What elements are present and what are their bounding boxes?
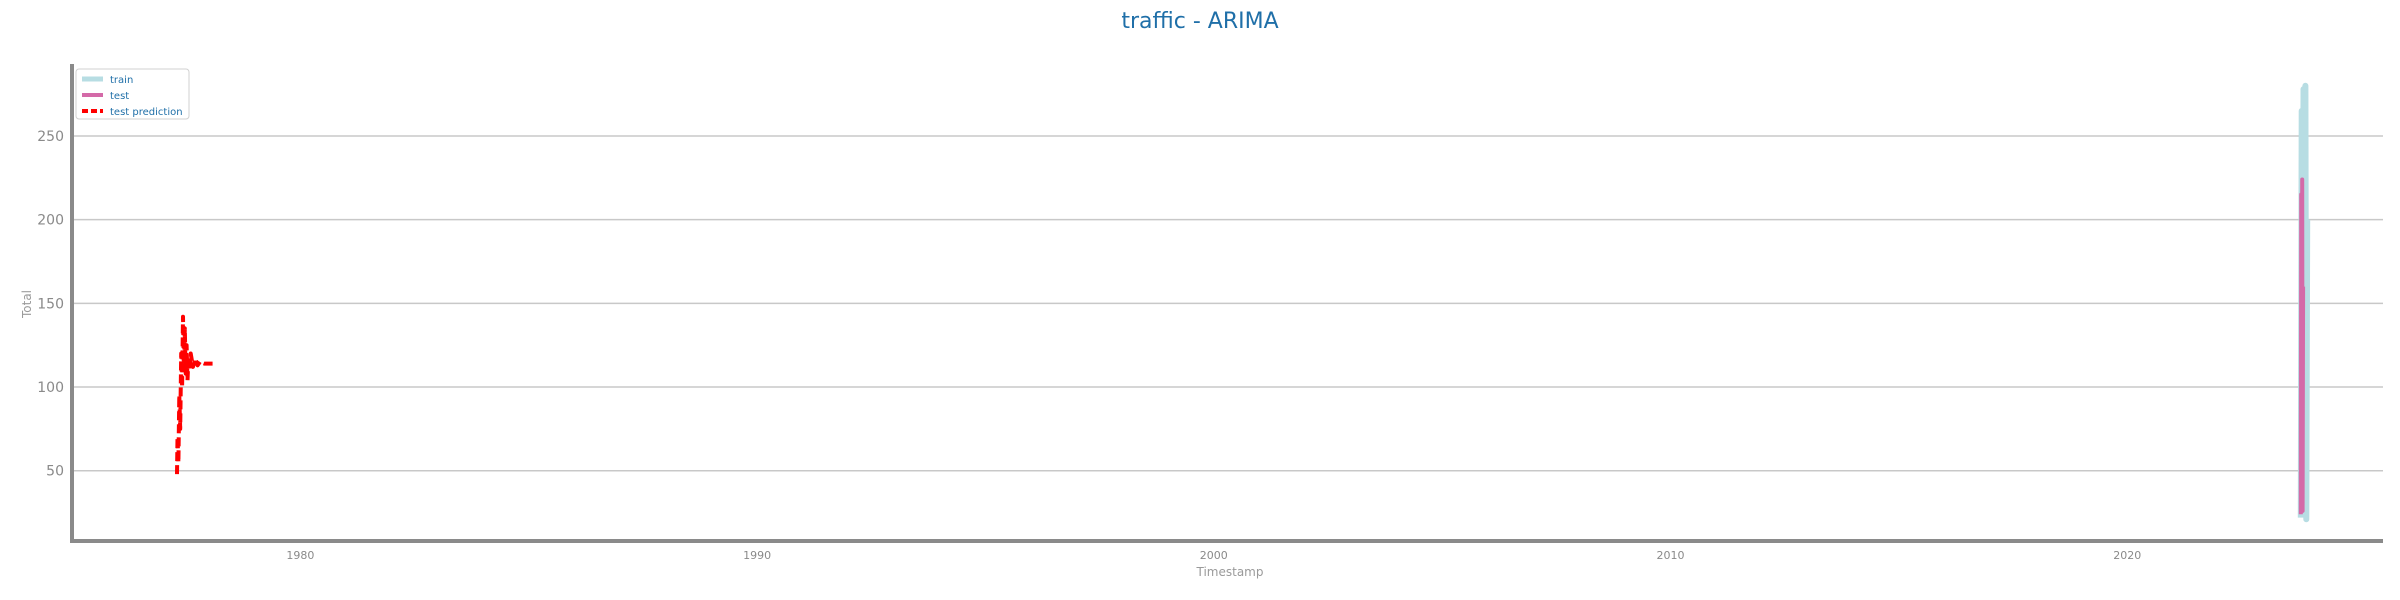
legend-label: test xyxy=(110,91,129,102)
grid xyxy=(72,135,2383,472)
y-axis-label: Total xyxy=(20,290,34,319)
chart-title: traffic - ARIMA xyxy=(1121,9,1278,34)
legend: train test test prediction xyxy=(75,68,190,120)
series-line-test xyxy=(2298,177,2306,515)
y-tick-label: 250 xyxy=(37,129,64,145)
x-tick-label: 2020 xyxy=(2113,549,2141,562)
y-tick-label: 200 xyxy=(37,213,64,229)
legend-label: test prediction xyxy=(110,107,183,118)
x-tick-label: 2010 xyxy=(1657,549,1685,562)
x-axis-label: Timestamp xyxy=(1196,565,1264,579)
tick-labels: 50 100 150 200 250 1980 1990 2000 2010 2020 xyxy=(37,129,2141,562)
chart: traffic - ARIMA 50 100 150 200 250 1980 1990 20… xyxy=(20,9,2383,579)
legend-label: train xyxy=(110,75,133,86)
x-tick-label: 2000 xyxy=(1200,549,1228,562)
series-line-test-prediction xyxy=(175,314,214,475)
y-tick-label: 100 xyxy=(37,380,64,396)
x-tick-label: 1980 xyxy=(286,549,314,562)
y-tick-label: 150 xyxy=(37,296,64,312)
x-tick-label: 1990 xyxy=(743,549,771,562)
y-tick-label: 50 xyxy=(46,464,64,480)
series-layer xyxy=(175,82,2311,523)
